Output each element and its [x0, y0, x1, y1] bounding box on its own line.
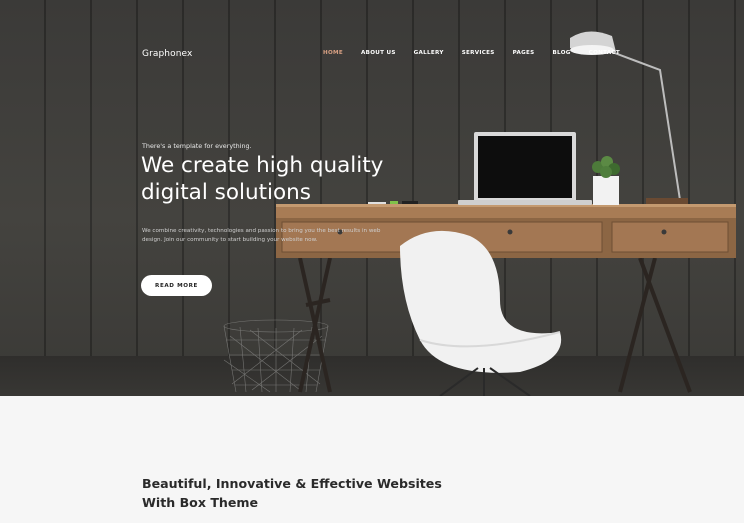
hero-headline: We create high quality digital solutions — [141, 153, 384, 205]
nav-pages[interactable]: PAGES — [513, 50, 535, 56]
nav-services[interactable]: SERVICES — [462, 50, 495, 56]
nav-gallery[interactable]: GALLERY — [414, 50, 444, 56]
hero-eyebrow: There's a template for everything. — [142, 142, 252, 150]
section-title: Beautiful, Innovative & Effective Websit… — [142, 476, 442, 510]
desk-lamp-illustration — [570, 31, 688, 204]
laptop-illustration — [458, 132, 592, 205]
nav-about-us[interactable]: ABOUT US — [361, 50, 396, 56]
brand-logo[interactable]: Graphonex — [142, 49, 192, 59]
main-nav: HOME ABOUT US GALLERY SERVICES PAGES BLO… — [323, 50, 638, 56]
nav-contact[interactable]: CONTACT — [589, 50, 620, 56]
nav-home[interactable]: HOME — [323, 50, 343, 56]
plant-pot-illustration — [592, 156, 620, 205]
hero-section: Graphonex HOME ABOUT US GALLERY SERVICES… — [0, 0, 744, 396]
hero-description: We combine creativity, technologies and … — [142, 228, 381, 243]
read-more-button[interactable]: READ MORE — [141, 275, 212, 296]
nav-blog[interactable]: BLOG — [552, 50, 570, 56]
desk-top — [276, 206, 736, 218]
